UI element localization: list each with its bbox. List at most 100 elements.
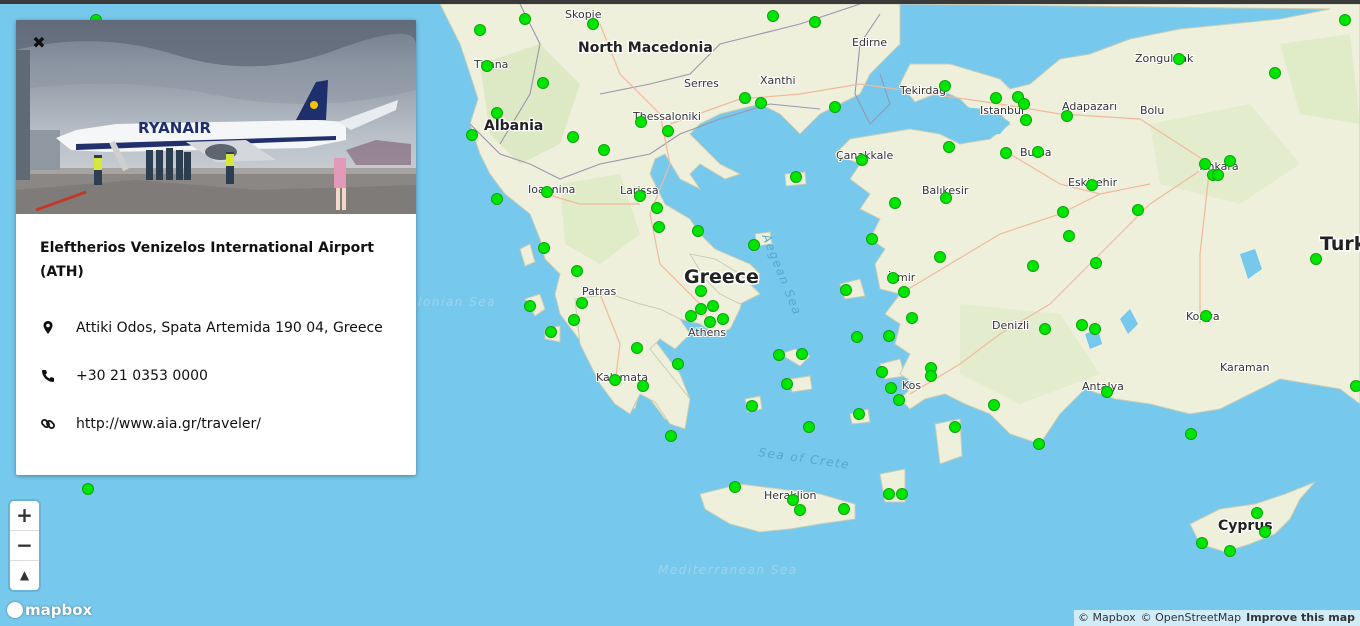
airport-marker[interactable] [840,284,852,296]
airport-marker[interactable] [631,342,643,354]
airport-marker[interactable] [695,303,707,315]
airport-marker[interactable] [1196,537,1208,549]
airport-marker[interactable] [1251,507,1263,519]
airport-marker[interactable] [943,141,955,153]
improve-map-link[interactable]: Improve this map [1246,611,1355,624]
airport-marker[interactable] [1200,310,1212,322]
airport-marker[interactable] [794,504,806,516]
airport-marker[interactable] [866,233,878,245]
airport-marker[interactable] [1000,147,1012,159]
airport-marker[interactable] [704,316,716,328]
airport-marker[interactable] [940,192,952,204]
airport-marker[interactable] [767,10,779,22]
airport-marker[interactable] [829,101,841,113]
airport-marker[interactable] [634,190,646,202]
mapbox-logo[interactable]: mapbox [7,601,92,621]
airport-marker[interactable] [1063,230,1075,242]
airport-marker[interactable] [1132,204,1144,216]
airport-marker[interactable] [1076,319,1088,331]
airport-marker[interactable] [538,242,550,254]
airport-marker[interactable] [598,144,610,156]
airport-marker[interactable] [567,131,579,143]
airport-marker[interactable] [1061,110,1073,122]
airport-marker[interactable] [934,251,946,263]
airport-marker[interactable] [665,430,677,442]
airport-marker[interactable] [893,394,905,406]
airport-marker[interactable] [685,310,697,322]
airport-marker[interactable] [1350,380,1360,392]
airport-marker[interactable] [1212,169,1224,181]
airport-marker[interactable] [988,399,1000,411]
airport-marker[interactable] [796,348,808,360]
airport-marker[interactable] [637,380,649,392]
close-icon[interactable]: ✖ [31,35,47,51]
airport-marker[interactable] [524,300,536,312]
airport-marker[interactable] [838,503,850,515]
airport-marker[interactable] [889,197,901,209]
airport-marker[interactable] [635,116,647,128]
airport-marker[interactable] [541,186,553,198]
airport-marker[interactable] [466,129,478,141]
airport-marker[interactable] [537,77,549,89]
airport-marker[interactable] [1089,323,1101,335]
airport-marker[interactable] [571,265,583,277]
airport-marker[interactable] [1185,428,1197,440]
airport-marker[interactable] [876,366,888,378]
airport-marker[interactable] [1259,526,1271,538]
airport-marker[interactable] [781,378,793,390]
attribution-mapbox-link[interactable]: © Mapbox [1078,611,1136,624]
airport-marker[interactable] [748,239,760,251]
airport-marker[interactable] [692,225,704,237]
airport-marker[interactable] [491,107,503,119]
airport-marker[interactable] [474,24,486,36]
airport-marker[interactable] [898,286,910,298]
airport-marker[interactable] [856,154,868,166]
airport-marker[interactable] [1269,67,1281,79]
airport-marker[interactable] [851,331,863,343]
airport-marker[interactable] [1027,260,1039,272]
airport-marker[interactable] [1057,206,1069,218]
airport-marker[interactable] [576,297,588,309]
airport-marker[interactable] [925,370,937,382]
airport-marker[interactable] [803,421,815,433]
zoom-out-button[interactable]: − [10,531,39,560]
airport-marker[interactable] [1039,323,1051,335]
airport-marker[interactable] [990,92,1002,104]
airport-marker[interactable] [609,374,621,386]
compass-button[interactable]: ▲ [10,561,39,590]
airport-marker[interactable] [491,193,503,205]
airport-marker[interactable] [1310,253,1322,265]
airport-marker[interactable] [883,488,895,500]
airport-marker[interactable] [883,330,895,342]
airport-marker[interactable] [773,349,785,361]
airport-marker[interactable] [809,16,821,28]
airport-marker[interactable] [672,358,684,370]
airport-marker[interactable] [1090,257,1102,269]
airport-marker[interactable] [545,326,557,338]
airport-marker[interactable] [853,408,865,420]
airport-marker[interactable] [885,382,897,394]
airport-marker[interactable] [939,80,951,92]
airport-marker[interactable] [896,488,908,500]
airport-marker[interactable] [755,97,767,109]
airport-marker[interactable] [662,125,674,137]
airport-marker[interactable] [653,221,665,233]
airport-marker[interactable] [1173,53,1185,65]
airport-marker[interactable] [82,483,94,495]
airport-marker[interactable] [949,421,961,433]
airport-marker[interactable] [906,312,918,324]
airport-marker[interactable] [519,13,531,25]
airport-marker[interactable] [568,314,580,326]
airport-marker[interactable] [695,285,707,297]
airport-marker[interactable] [481,60,493,72]
attribution-osm-link[interactable]: © OpenStreetMap [1141,611,1242,624]
airport-marker[interactable] [1101,386,1113,398]
airport-marker[interactable] [746,400,758,412]
airport-marker[interactable] [1224,155,1236,167]
airport-marker[interactable] [1018,98,1030,110]
airport-marker[interactable] [1032,146,1044,158]
airport-marker[interactable] [1339,14,1351,26]
airport-marker[interactable] [1086,179,1098,191]
airport-marker[interactable] [587,18,599,30]
zoom-in-button[interactable]: + [10,501,39,530]
